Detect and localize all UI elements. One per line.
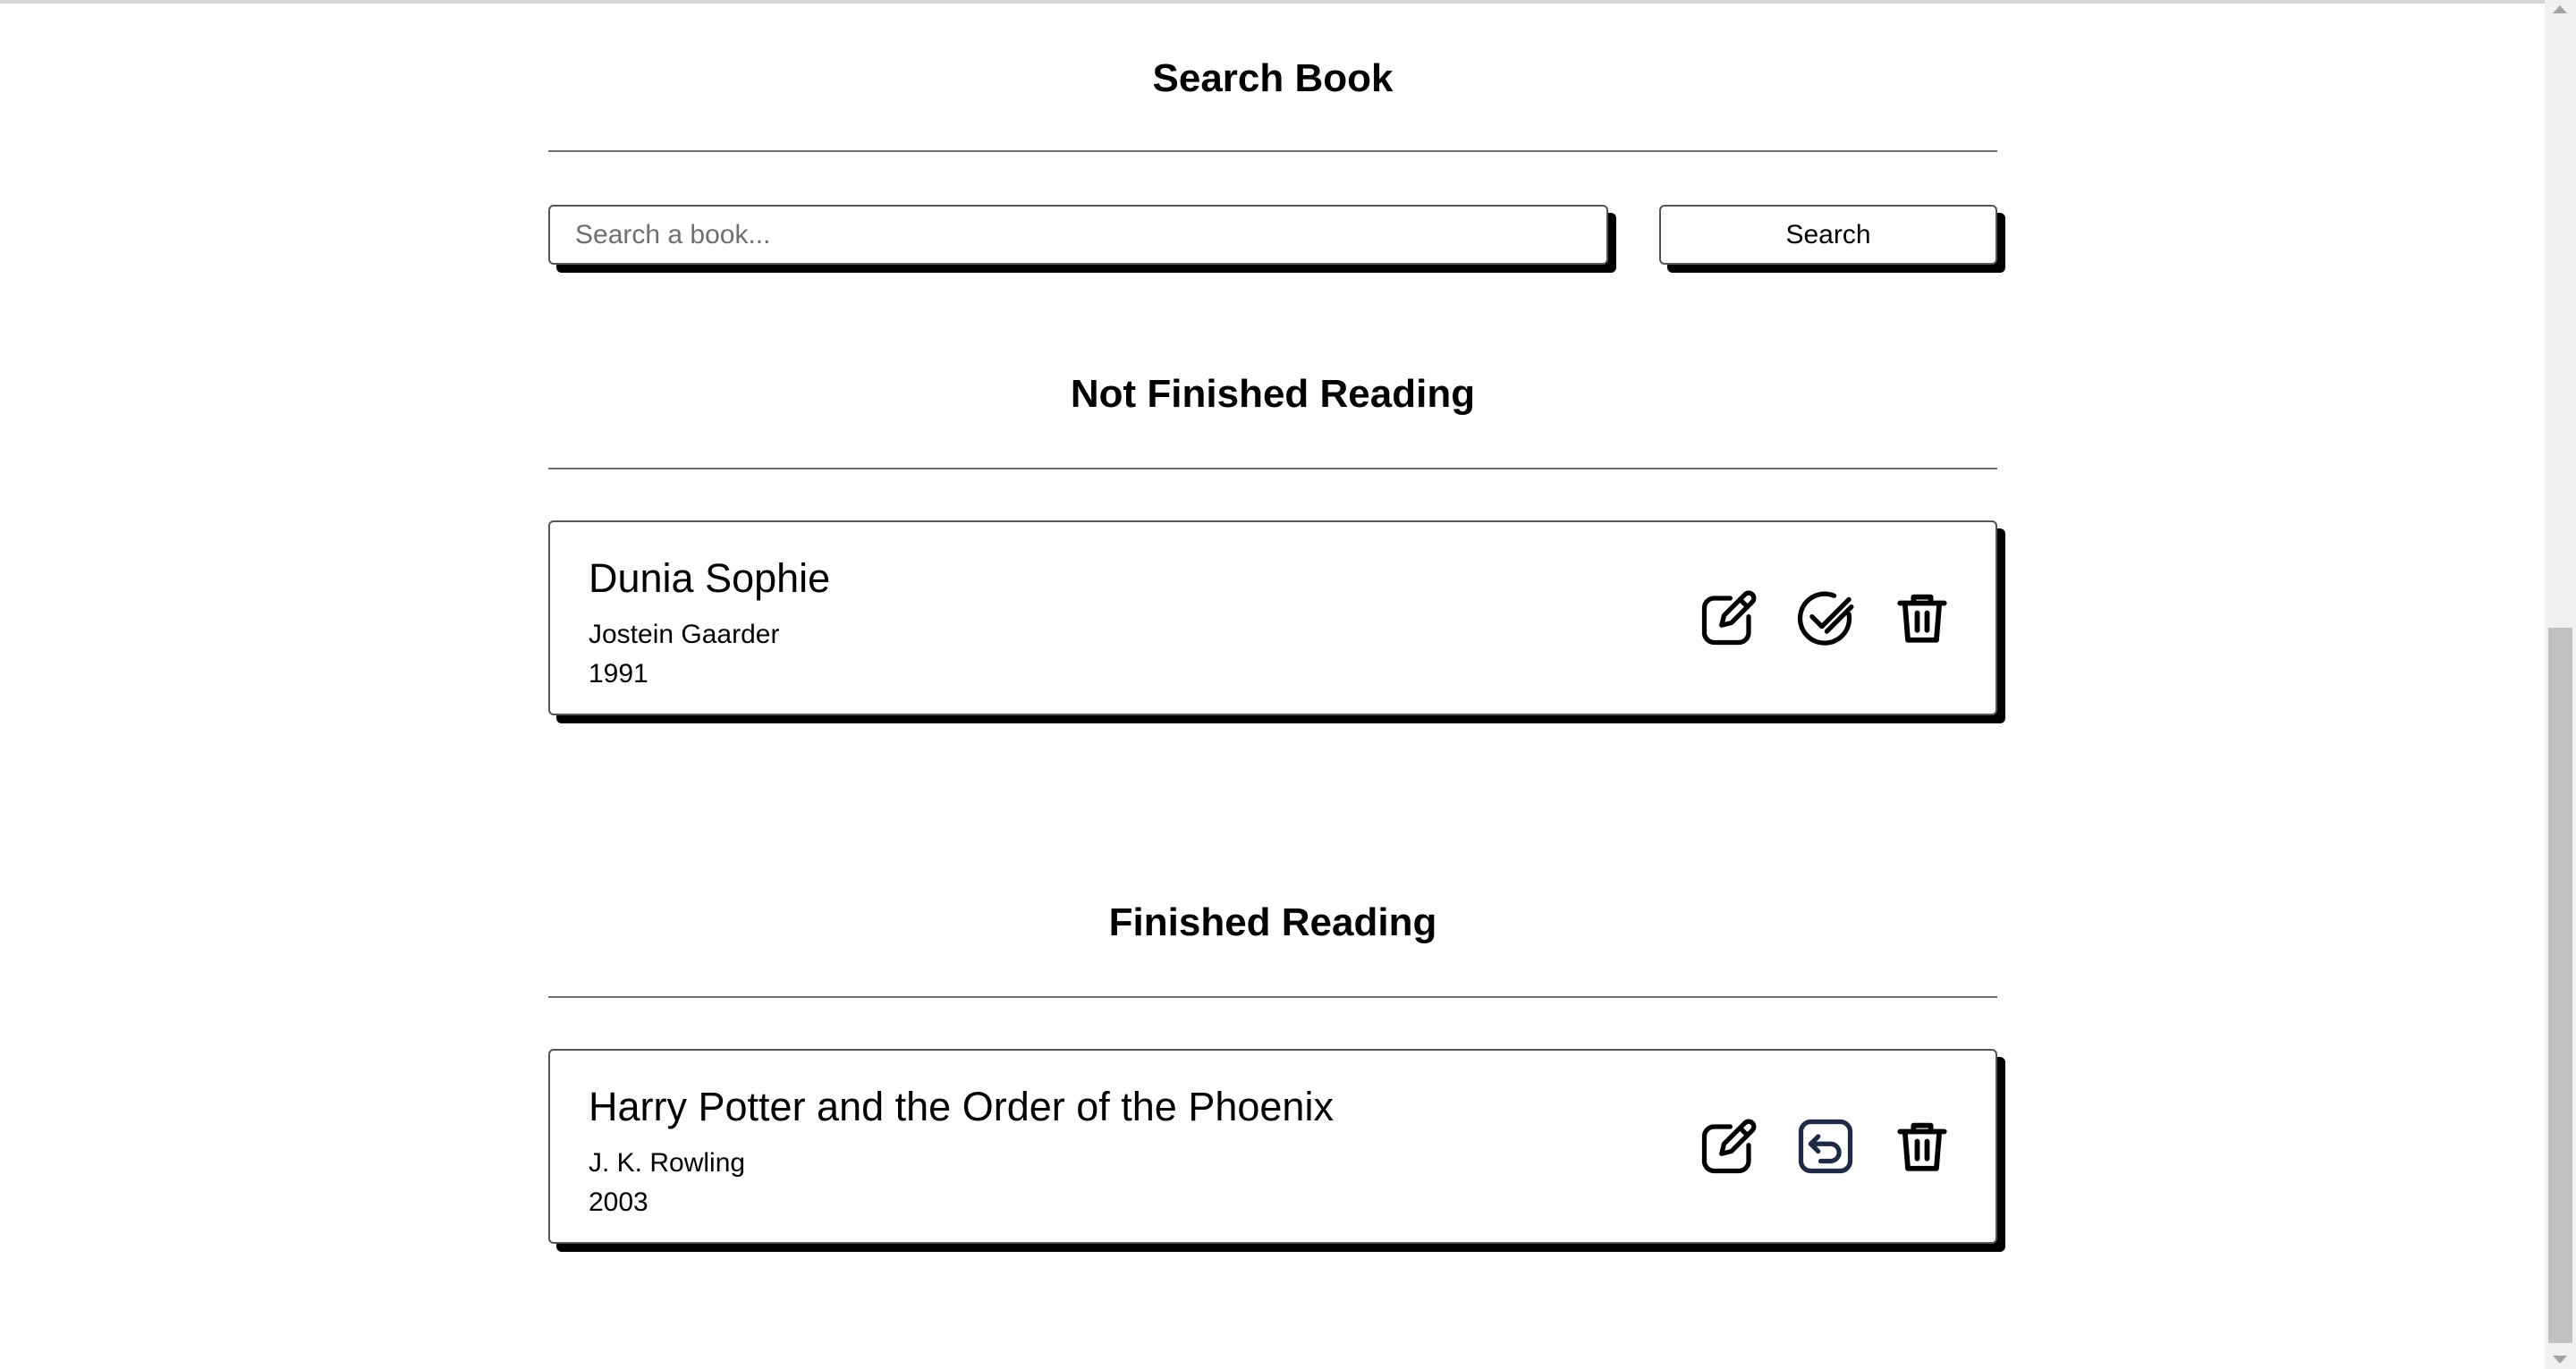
search-divider <box>548 150 1997 152</box>
finished-divider <box>548 996 1997 998</box>
book-year: 1991 <box>589 659 648 689</box>
check-icon <box>1797 591 1854 646</box>
search-form: Search <box>548 205 1997 265</box>
edit-button[interactable] <box>1697 586 1761 650</box>
edit-icon <box>1701 590 1757 646</box>
search-input[interactable] <box>548 205 1608 265</box>
vertical-scrollbar[interactable] <box>2545 0 2576 1369</box>
book-actions <box>1697 1114 1954 1179</box>
book-title: Harry Potter and the Order of the Phoeni… <box>589 1084 1334 1129</box>
trash-icon <box>1897 1122 1947 1171</box>
book-actions <box>1697 586 1954 650</box>
book-author: J. K. Rowling <box>589 1148 746 1178</box>
trash-icon <box>1897 594 1947 643</box>
book-card: Harry Potter and the Order of the Phoeni… <box>548 1049 1997 1244</box>
browser-top-border <box>0 0 2545 4</box>
delete-button[interactable] <box>1890 1114 1954 1179</box>
finished-section-title: Finished Reading <box>1108 900 1437 944</box>
mark-finished-button[interactable] <box>1793 586 1858 650</box>
delete-button[interactable] <box>1890 586 1954 650</box>
edit-button[interactable] <box>1697 1114 1761 1179</box>
scroll-down-arrow-icon[interactable] <box>2553 1356 2567 1364</box>
search-button[interactable]: Search <box>1659 205 1997 265</box>
scroll-up-arrow-icon[interactable] <box>2553 5 2567 13</box>
book-card: Dunia Sophie Jostein Gaarder 1991 <box>548 520 1997 715</box>
undo-icon <box>1798 1119 1853 1174</box>
edit-icon <box>1701 1119 1757 1174</box>
search-section-title: Search Book <box>1152 56 1394 100</box>
scroll-thumb[interactable] <box>2548 628 2572 1343</box>
book-author: Jostein Gaarder <box>589 620 780 649</box>
not-finished-section-title: Not Finished Reading <box>1070 372 1476 416</box>
book-title: Dunia Sophie <box>589 555 831 601</box>
mark-unfinished-button[interactable] <box>1793 1114 1858 1179</box>
book-year: 2003 <box>589 1187 648 1217</box>
not-finished-divider <box>548 468 1997 469</box>
